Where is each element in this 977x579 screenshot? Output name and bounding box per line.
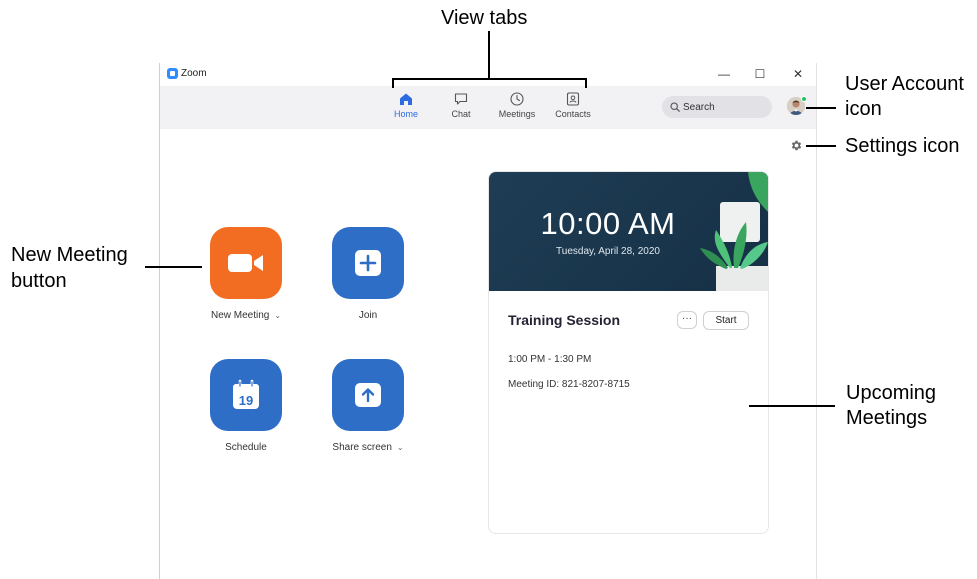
clock-banner: 10:00 AM Tuesday, April 28, 2020	[489, 172, 768, 291]
search-box[interactable]	[662, 96, 772, 118]
window-title: Zoom	[181, 68, 207, 79]
search-input[interactable]	[683, 96, 767, 118]
settings-gear-icon[interactable]	[790, 139, 803, 152]
annotation-bracket-line	[585, 78, 587, 88]
share-screen-label: Share screen	[332, 442, 392, 453]
tab-meetings[interactable]: Meetings	[492, 91, 542, 119]
meeting-id: Meeting ID: 821-8207-8715	[508, 379, 630, 390]
close-button[interactable]: ✕	[788, 65, 808, 83]
annotation-leader-line	[749, 405, 835, 407]
schedule-action: 19 Schedule	[201, 359, 291, 453]
tab-home[interactable]: Home	[381, 91, 431, 119]
tab-label: Chat	[451, 109, 471, 119]
annotation-upcoming-2: Meetings	[846, 407, 928, 429]
home-icon	[400, 93, 412, 105]
contacts-icon	[566, 92, 580, 106]
presence-indicator	[801, 96, 807, 102]
tab-label: Contacts	[555, 109, 591, 119]
new-meeting-button[interactable]	[210, 227, 282, 299]
meeting-title: Training Session	[508, 312, 621, 328]
minimize-button[interactable]: —	[714, 65, 734, 83]
annotation-user-account-1: User Account	[845, 73, 964, 95]
zoom-window: Zoom — ☐ ✕ Home Chat Meetings Contacts S…	[159, 63, 817, 579]
start-meeting-button[interactable]: Start	[703, 311, 749, 330]
more-options-button[interactable]: ···	[677, 311, 697, 329]
annotation-new-meeting-1: New Meeting	[11, 244, 128, 266]
share-screen-button[interactable]	[332, 359, 404, 431]
current-time: 10:00 AM	[540, 206, 676, 241]
annotation-settings: Settings icon	[845, 135, 960, 157]
annotation-leader-line	[488, 31, 490, 79]
join-label: Join	[358, 310, 378, 321]
top-toolbar: Home Chat Meetings Contacts	[160, 86, 816, 129]
plant-decoration-icon	[700, 172, 768, 291]
tab-label: Meetings	[498, 109, 536, 119]
join-action: Join	[323, 227, 413, 321]
new-meeting-action: New Meeting ⌄	[201, 227, 291, 321]
annotation-bracket-line	[392, 78, 394, 88]
plus-icon	[355, 250, 381, 276]
annotation-leader-line	[806, 107, 836, 109]
current-date: Tuesday, April 28, 2020	[556, 246, 660, 257]
search-icon	[670, 102, 680, 112]
annotation-upcoming-1: Upcoming	[846, 382, 937, 404]
new-meeting-label: New Meeting	[210, 310, 270, 321]
share-arrow-icon	[355, 383, 381, 407]
new-meeting-dropdown-icon[interactable]: ⌄	[274, 311, 281, 320]
share-screen-dropdown-icon[interactable]: ⌄	[397, 443, 404, 452]
share-screen-action: Share screen ⌄	[323, 359, 413, 453]
video-camera-icon	[228, 254, 263, 272]
annotation-bracket-line	[392, 78, 587, 80]
meeting-time-range: 1:00 PM - 1:30 PM	[508, 354, 592, 365]
tab-label: Home	[393, 109, 418, 119]
annotation-view-tabs: View tabs	[441, 7, 528, 29]
schedule-label: Schedule	[225, 442, 267, 453]
zoom-logo-icon	[167, 68, 178, 79]
annotation-leader-line	[806, 145, 836, 147]
calendar-icon: 19	[233, 379, 259, 409]
annotation-user-account-2: icon	[845, 98, 882, 120]
tab-contacts[interactable]: Contacts	[548, 91, 598, 119]
clock-icon	[510, 92, 524, 106]
maximize-button[interactable]: ☐	[750, 65, 770, 83]
calendar-day-text: 19	[239, 393, 253, 408]
tab-chat[interactable]: Chat	[436, 91, 486, 119]
join-button[interactable]	[332, 227, 404, 299]
chat-icon	[454, 93, 468, 105]
annotation-new-meeting-2: button	[11, 270, 67, 292]
schedule-button[interactable]: 19	[210, 359, 282, 431]
annotation-leader-line	[145, 266, 202, 268]
upcoming-meetings-card: 10:00 AM Tuesday, April 28, 2020 Trainin…	[488, 171, 769, 534]
